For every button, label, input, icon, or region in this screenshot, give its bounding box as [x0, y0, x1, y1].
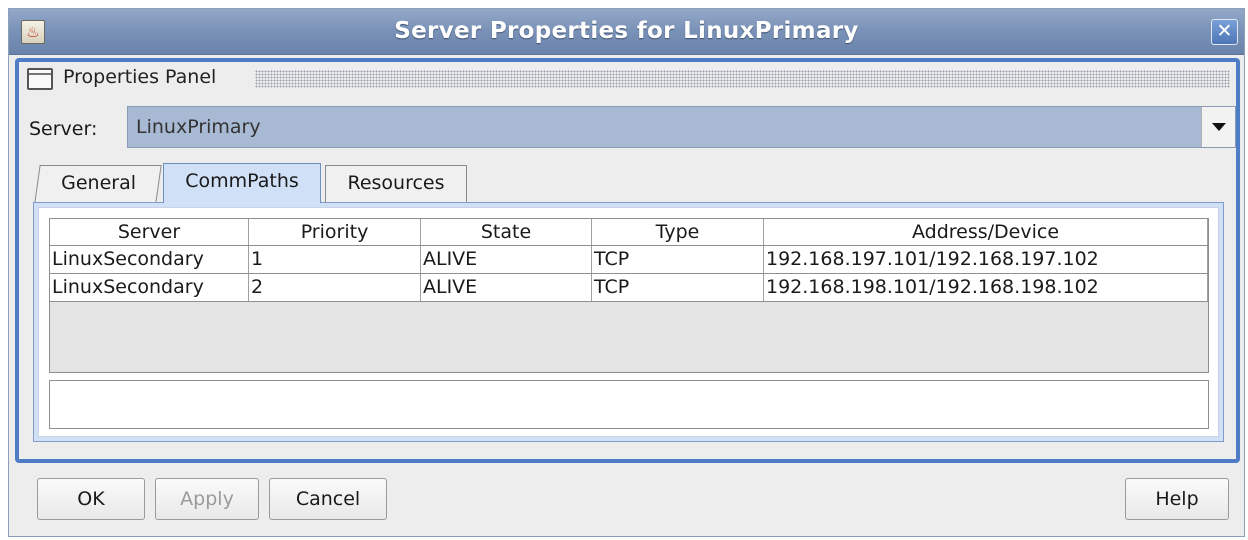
tab-resources[interactable]: Resources — [325, 165, 467, 203]
server-select[interactable]: LinuxPrimary — [127, 106, 1236, 148]
window-icon — [27, 68, 53, 90]
commpaths-tab-content: Server Priority State Type Address/Devic… — [33, 202, 1224, 442]
server-label: Server: — [29, 118, 98, 140]
table-header: Server Priority State Type Address/Devic… — [50, 219, 1208, 246]
tab-commpaths-label: CommPaths — [185, 170, 299, 192]
table-row[interactable]: LinuxSecondary 1 ALIVE TCP 192.168.197.1… — [50, 246, 1208, 274]
column-header-address-device[interactable]: Address/Device — [764, 219, 1208, 245]
cell-address-device: 192.168.197.101/192.168.197.102 — [764, 246, 1208, 273]
ok-button[interactable]: OK — [37, 478, 145, 520]
apply-button[interactable]: Apply — [155, 478, 259, 520]
tab-resources-label: Resources — [347, 172, 445, 194]
cell-priority: 1 — [249, 246, 421, 273]
tab-general[interactable]: General — [34, 165, 162, 203]
panel-header-grip — [255, 70, 1230, 88]
properties-panel: Properties Panel Server: LinuxPrimary Ge… — [19, 62, 1236, 459]
server-select-value: LinuxPrimary — [136, 116, 261, 138]
help-button[interactable]: Help — [1125, 478, 1229, 520]
commpaths-table[interactable]: Server Priority State Type Address/Devic… — [49, 218, 1209, 373]
server-select-dropdown-button[interactable] — [1201, 107, 1235, 147]
column-header-server[interactable]: Server — [50, 219, 249, 245]
column-header-type[interactable]: Type — [592, 219, 764, 245]
server-properties-window: ♨ Server Properties for LinuxPrimary ✕ P… — [8, 8, 1245, 537]
title-bar[interactable]: ♨ Server Properties for LinuxPrimary ✕ — [9, 9, 1244, 55]
table-row[interactable]: LinuxSecondary 2 ALIVE TCP 192.168.198.1… — [50, 274, 1208, 302]
cell-type: TCP — [592, 274, 764, 301]
detail-panel — [49, 380, 1209, 429]
tab-general-label: General — [60, 172, 136, 194]
cell-server: LinuxSecondary — [50, 274, 249, 301]
cell-state: ALIVE — [421, 246, 592, 273]
cell-address-device: 192.168.198.101/192.168.198.102 — [764, 274, 1208, 301]
cell-type: TCP — [592, 246, 764, 273]
cell-server: LinuxSecondary — [50, 246, 249, 273]
cell-priority: 2 — [249, 274, 421, 301]
window-title: Server Properties for LinuxPrimary — [394, 18, 859, 44]
panel-header: Properties Panel — [21, 64, 1234, 94]
cancel-button[interactable]: Cancel — [269, 478, 387, 520]
chevron-down-icon — [1212, 123, 1226, 131]
properties-panel-frame: Properties Panel Server: LinuxPrimary Ge… — [15, 58, 1240, 463]
tab-commpaths[interactable]: CommPaths — [163, 163, 321, 203]
panel-title: Properties Panel — [63, 66, 217, 88]
cell-state: ALIVE — [421, 274, 592, 301]
commpaths-content-area: Server Priority State Type Address/Devic… — [38, 207, 1219, 437]
column-header-state[interactable]: State — [421, 219, 592, 245]
close-button[interactable]: ✕ — [1211, 19, 1238, 45]
column-header-priority[interactable]: Priority — [249, 219, 421, 245]
